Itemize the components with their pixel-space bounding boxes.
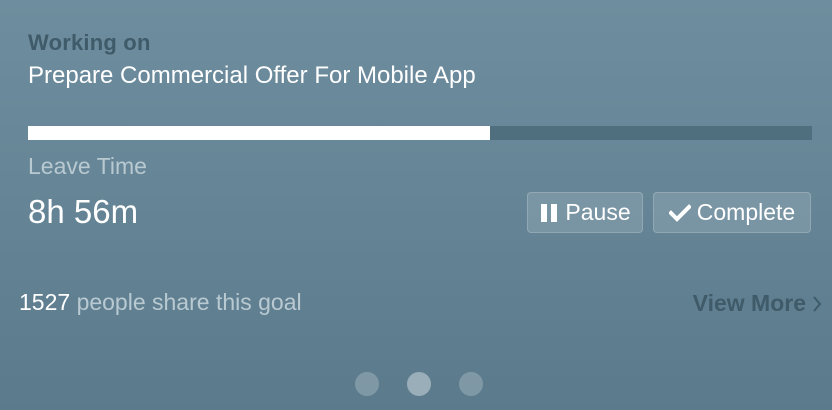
- view-more-link[interactable]: View More: [693, 290, 822, 317]
- leave-time-label: Leave Time: [28, 153, 147, 179]
- task-title: Prepare Commercial Offer For Mobile App: [28, 62, 476, 89]
- goal-card: Working on Prepare Commercial Offer For …: [0, 0, 832, 410]
- share-goal-text: 1527 people share this goal: [19, 289, 302, 316]
- share-label: people share this goal: [76, 289, 302, 315]
- leave-time-value: 8h 56m: [28, 193, 139, 230]
- pause-icon: [539, 203, 559, 223]
- chevron-right-icon: [812, 295, 822, 313]
- check-icon: [668, 203, 691, 223]
- share-count: 1527: [19, 289, 71, 315]
- pause-button[interactable]: Pause: [527, 192, 643, 233]
- complete-button-label: Complete: [696, 199, 796, 225]
- working-on-label: Working on: [28, 30, 151, 55]
- pager-dots: [355, 372, 483, 396]
- view-more-label: View More: [692, 290, 806, 316]
- pager-dot[interactable]: [407, 372, 431, 396]
- complete-button[interactable]: Complete: [653, 192, 811, 233]
- progress-bar-fill: [28, 126, 490, 140]
- progress-bar: [28, 126, 812, 140]
- pager-dot[interactable]: [355, 372, 379, 396]
- pause-button-label: Pause: [565, 199, 631, 225]
- pager-dot[interactable]: [459, 372, 483, 396]
